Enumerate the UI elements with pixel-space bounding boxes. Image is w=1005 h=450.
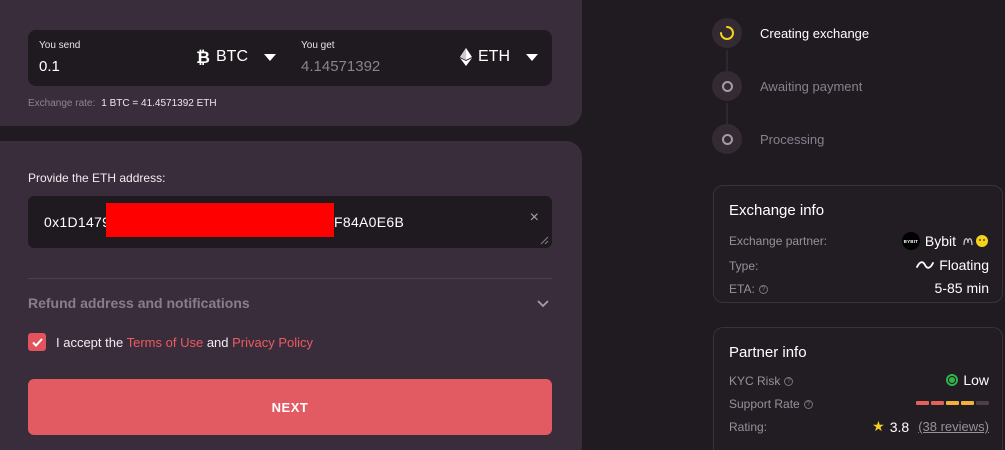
send-field[interactable]: You send 0.1 ₿ BTC	[28, 30, 290, 86]
terms-acceptance: I accept the Terms of Use and Privacy Po…	[28, 333, 313, 351]
send-amount-input[interactable]: 0.1	[39, 58, 60, 75]
support-rate-value	[916, 395, 989, 405]
exchange-rate: Exchange rate: 1 BTC = 41.4571392 ETH	[28, 98, 217, 109]
partner-badge-icon	[963, 235, 988, 247]
redaction-bar	[106, 203, 334, 237]
step-pending-icon	[712, 124, 742, 154]
step-pending-icon	[712, 71, 742, 101]
support-bar-segment	[976, 401, 989, 405]
get-field[interactable]: You get 4.14571392 ETH	[290, 30, 552, 86]
support-label-wrap: Support Rate ?	[729, 397, 813, 411]
support-bar-segment	[916, 401, 929, 405]
star-icon: ★	[872, 418, 885, 434]
rating-number: 3.8	[889, 418, 910, 435]
privacy-policy-link[interactable]: Privacy Policy	[232, 335, 313, 350]
kyc-risk-row: KYC Risk ? Low	[729, 372, 989, 390]
swap-box: You send 0.1 ₿ BTC You get 4.14571392 ET…	[28, 30, 552, 86]
swap-card: You send 0.1 ₿ BTC You get 4.14571392 ET…	[0, 0, 582, 126]
kyc-value: Low	[946, 372, 989, 388]
eta-label: ETA:	[729, 282, 755, 296]
exchange-partner-value: BYBIT Bybit	[901, 232, 989, 250]
clear-icon[interactable]: ×	[530, 209, 539, 227]
step-label: Processing	[760, 132, 825, 147]
terms-of-use-link[interactable]: Terms of Use	[127, 335, 204, 350]
terms-and: and	[206, 334, 229, 350]
eta-value: 5-85 min	[934, 280, 989, 296]
get-label: You get	[301, 40, 335, 51]
help-icon[interactable]: ?	[758, 284, 768, 294]
support-bar-segment	[931, 401, 944, 405]
exchange-rate-value: 1 BTC = 41.4571392 ETH	[101, 98, 217, 109]
type-value: Floating	[916, 257, 989, 273]
send-coin-label: BTC	[216, 48, 248, 65]
reviews-link[interactable]: (38 reviews)	[918, 419, 989, 434]
spinner-icon	[712, 18, 742, 48]
step-awaiting-payment: Awaiting payment	[712, 71, 1002, 101]
get-amount-output: 4.14571392	[301, 58, 381, 75]
chevron-down-icon	[526, 53, 538, 61]
support-label: Support Rate	[729, 397, 800, 411]
svg-text:₿: ₿	[196, 48, 210, 66]
step-label: Creating exchange	[760, 26, 870, 41]
chevron-down-icon	[537, 300, 549, 308]
support-bar-segment	[946, 401, 959, 405]
address-label: Provide the ETH address:	[28, 171, 166, 185]
rating-label: Rating:	[729, 420, 768, 434]
exchange-rate-label: Exchange rate:	[28, 98, 96, 109]
help-icon[interactable]: ?	[803, 399, 813, 409]
partner-info-card: Partner info KYC Risk ? Low Support Rate…	[713, 327, 1003, 450]
partner-name: Bybit	[924, 233, 956, 249]
kyc-value-text: Low	[963, 372, 989, 388]
divider	[28, 278, 552, 279]
help-icon[interactable]: ?	[784, 376, 794, 386]
eta-row: ETA: ? 5-85 min	[729, 280, 989, 298]
next-button[interactable]: NEXT	[28, 379, 552, 435]
status-dot-icon	[946, 374, 959, 386]
support-rate-bar	[916, 401, 989, 405]
kyc-label-wrap: KYC Risk ?	[729, 374, 794, 388]
type-row: Type: Floating	[729, 257, 989, 275]
step-label: Awaiting payment	[760, 79, 863, 94]
bybit-logo-icon: BYBIT	[901, 232, 920, 250]
support-rate-row: Support Rate ?	[729, 395, 989, 413]
address-value-end: F84A0E6B	[334, 214, 405, 230]
address-card: Provide the ETH address: 0x1D1479 F84A0E…	[0, 141, 582, 450]
exchange-partner-row: Exchange partner: BYBIT Bybit	[729, 232, 989, 250]
accept-checkbox[interactable]	[28, 333, 46, 351]
address-input[interactable]: 0x1D1479 F84A0E6B ×	[28, 196, 552, 248]
partner-info-title: Partner info	[729, 344, 807, 361]
bitcoin-icon: ₿	[196, 48, 210, 66]
get-coin-select[interactable]: ETH	[460, 48, 538, 66]
eta-label-wrap: ETA: ?	[729, 282, 768, 296]
send-label: You send	[39, 40, 81, 51]
terms-text: I accept the Terms of Use and Privacy Po…	[56, 335, 313, 350]
exchange-partner-label: Exchange partner:	[729, 234, 828, 248]
exchange-info-title: Exchange info	[729, 202, 825, 219]
step-creating-exchange: Creating exchange	[712, 18, 1002, 48]
resize-handle-icon[interactable]	[539, 235, 549, 245]
floating-wave-icon	[916, 261, 935, 269]
chevron-down-icon	[264, 53, 276, 61]
rating-row: Rating: ★ 3.8 (38 reviews)	[729, 418, 989, 436]
kyc-label: KYC Risk	[729, 374, 781, 388]
refund-toggle[interactable]: Refund address and notifications	[28, 295, 552, 315]
address-value-start: 0x1D1479	[44, 214, 111, 230]
support-bar-segment	[961, 401, 974, 405]
type-text: Floating	[939, 257, 989, 273]
send-coin-select[interactable]: ₿ BTC	[196, 48, 276, 66]
check-icon	[31, 337, 43, 347]
step-processing: Processing	[712, 124, 1002, 154]
type-label: Type:	[729, 259, 759, 273]
exchange-info-card: Exchange info Exchange partner: BYBIT By…	[713, 185, 1003, 303]
refund-label: Refund address and notifications	[28, 295, 250, 311]
rating-value: ★ 3.8 (38 reviews)	[872, 418, 989, 435]
ethereum-icon	[460, 48, 472, 66]
terms-prefix: I accept the	[56, 334, 124, 350]
get-coin-label: ETH	[478, 48, 510, 65]
